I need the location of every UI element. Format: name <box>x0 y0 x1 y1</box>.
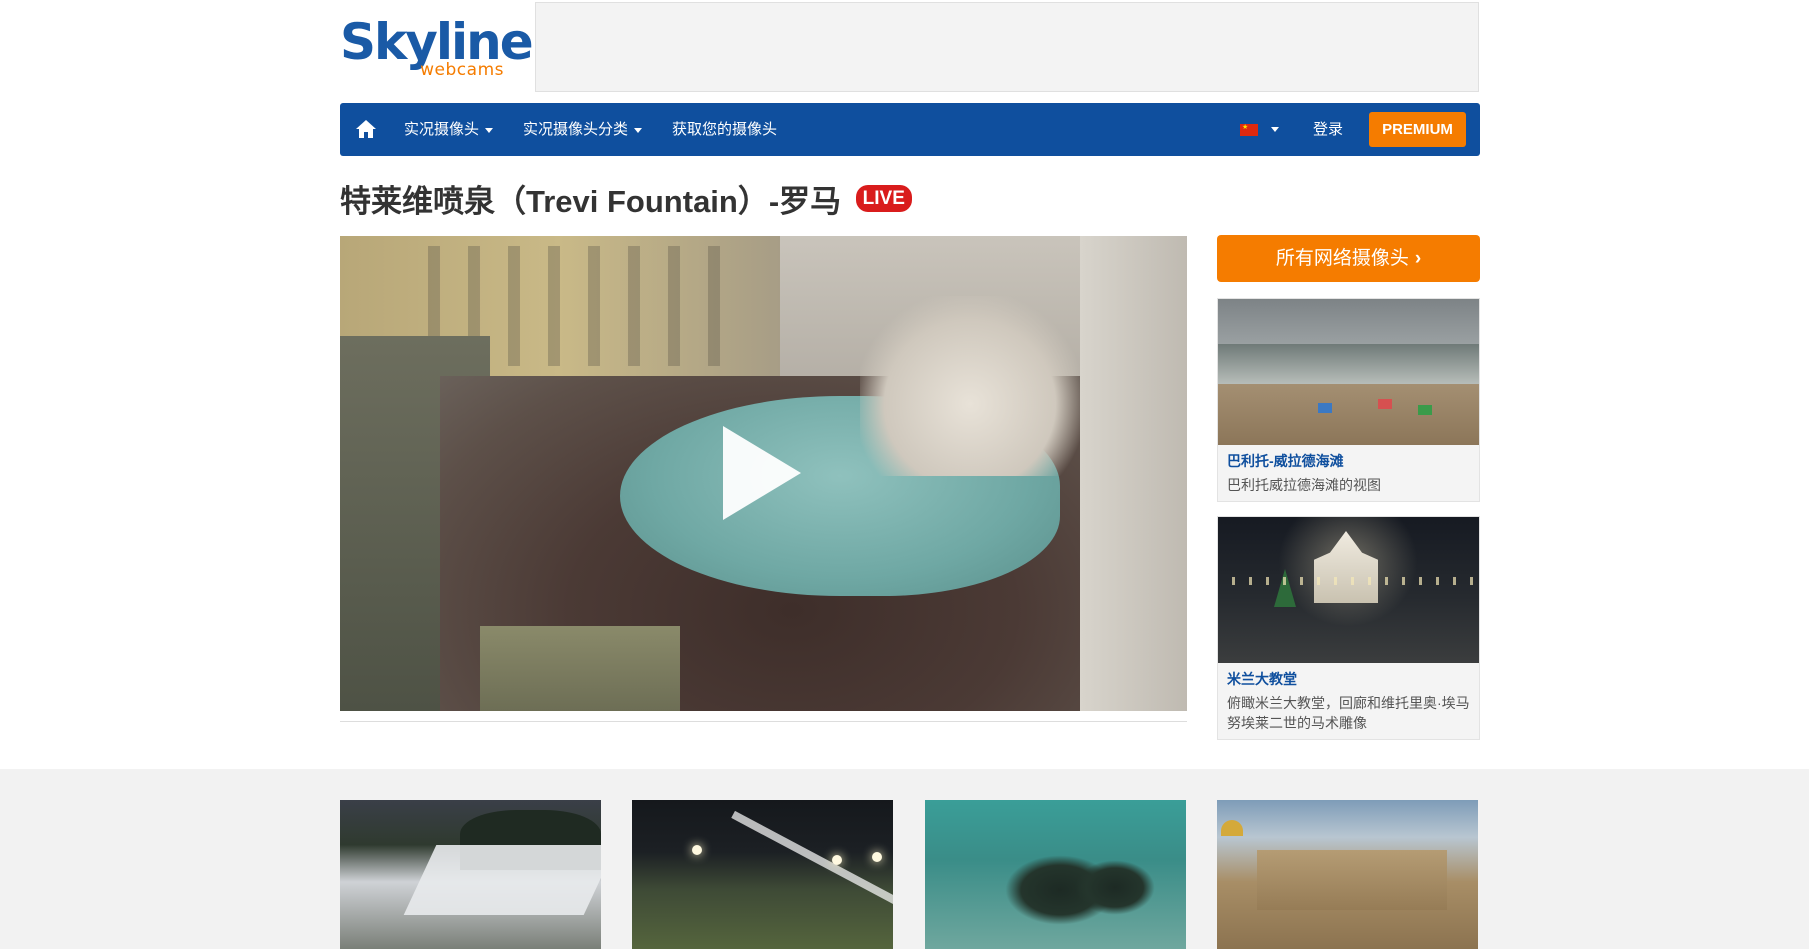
card-thumbnail <box>1218 299 1479 445</box>
video-divider <box>340 721 1187 722</box>
live-badge: LIVE <box>855 185 912 212</box>
sidebar-card-milan-duomo[interactable]: 米兰大教堂 俯瞰米兰大教堂，回廊和维托里奥·埃马努埃莱二世的马术雕像 <box>1217 516 1480 740</box>
column-right <box>1080 236 1187 711</box>
card-thumbnail <box>1218 517 1479 663</box>
nav-get-your-webcam-label: 获取您的摄像头 <box>672 121 778 138</box>
skyline-logo[interactable]: Skyline webcams <box>340 14 534 84</box>
main-navbar: 实况摄像头 实况摄像头分类 获取您的摄像头 ★ 登录 PREMIUM <box>340 103 1480 156</box>
webcam-video-player[interactable] <box>340 236 1187 711</box>
fountain-statues <box>860 296 1080 476</box>
page-title-row: 特莱维喷泉（Trevi Fountain）-罗马 LIVE <box>340 176 912 222</box>
webcam-thumbnail[interactable] <box>340 800 601 949</box>
nav-live-webcams[interactable]: 实况摄像头 <box>404 103 494 156</box>
page-title: 特莱维喷泉（Trevi Fountain）-罗马 <box>340 184 842 219</box>
card-title: 米兰大教堂 <box>1227 671 1297 687</box>
chevron-right-icon: › <box>1414 248 1422 269</box>
all-webcams-label: 所有网络摄像头 <box>1275 248 1409 269</box>
language-flag-icon[interactable]: ★ <box>1240 124 1258 136</box>
premium-button[interactable]: PREMIUM <box>1369 112 1466 147</box>
christmas-tree <box>1274 569 1296 607</box>
dome <box>1221 820 1243 836</box>
nav-live-webcams-label: 实况摄像头 <box>404 121 480 138</box>
more-webcams-section <box>0 769 1809 949</box>
webcam-thumbnail[interactable] <box>632 800 893 949</box>
webcam-thumbnail[interactable] <box>1217 800 1478 949</box>
chevron-down-icon <box>485 127 494 133</box>
site-header: Skyline webcams <box>340 0 1480 100</box>
chevron-down-icon <box>634 127 643 133</box>
all-webcams-button[interactable]: 所有网络摄像头 › <box>1217 235 1480 282</box>
home-icon[interactable] <box>354 117 378 141</box>
chevron-down-icon[interactable] <box>1271 127 1279 132</box>
play-icon[interactable] <box>723 426 801 520</box>
login-link[interactable]: 登录 <box>1313 103 1343 156</box>
nav-webcam-categories[interactable]: 实况摄像头分类 <box>523 103 643 156</box>
card-title: 巴利托-威拉德海滩 <box>1227 453 1344 469</box>
login-label: 登录 <box>1313 121 1344 138</box>
nav-webcam-categories-label: 实况摄像头分类 <box>523 121 629 138</box>
card-description: 俯瞰米兰大教堂，回廊和维托里奥·埃马努埃莱二世的马术雕像 <box>1227 695 1470 731</box>
nav-get-your-webcam[interactable]: 获取您的摄像头 <box>672 103 777 156</box>
webcam-thumbnail[interactable] <box>925 800 1186 949</box>
card-description: 巴利托威拉德海滩的视图 <box>1227 477 1381 493</box>
sidebar-card-balito[interactable]: 巴利托-威拉德海滩 巴利托威拉德海滩的视图 <box>1217 298 1480 502</box>
logo-subtitle: webcams <box>420 60 504 80</box>
ad-banner <box>535 2 1479 92</box>
